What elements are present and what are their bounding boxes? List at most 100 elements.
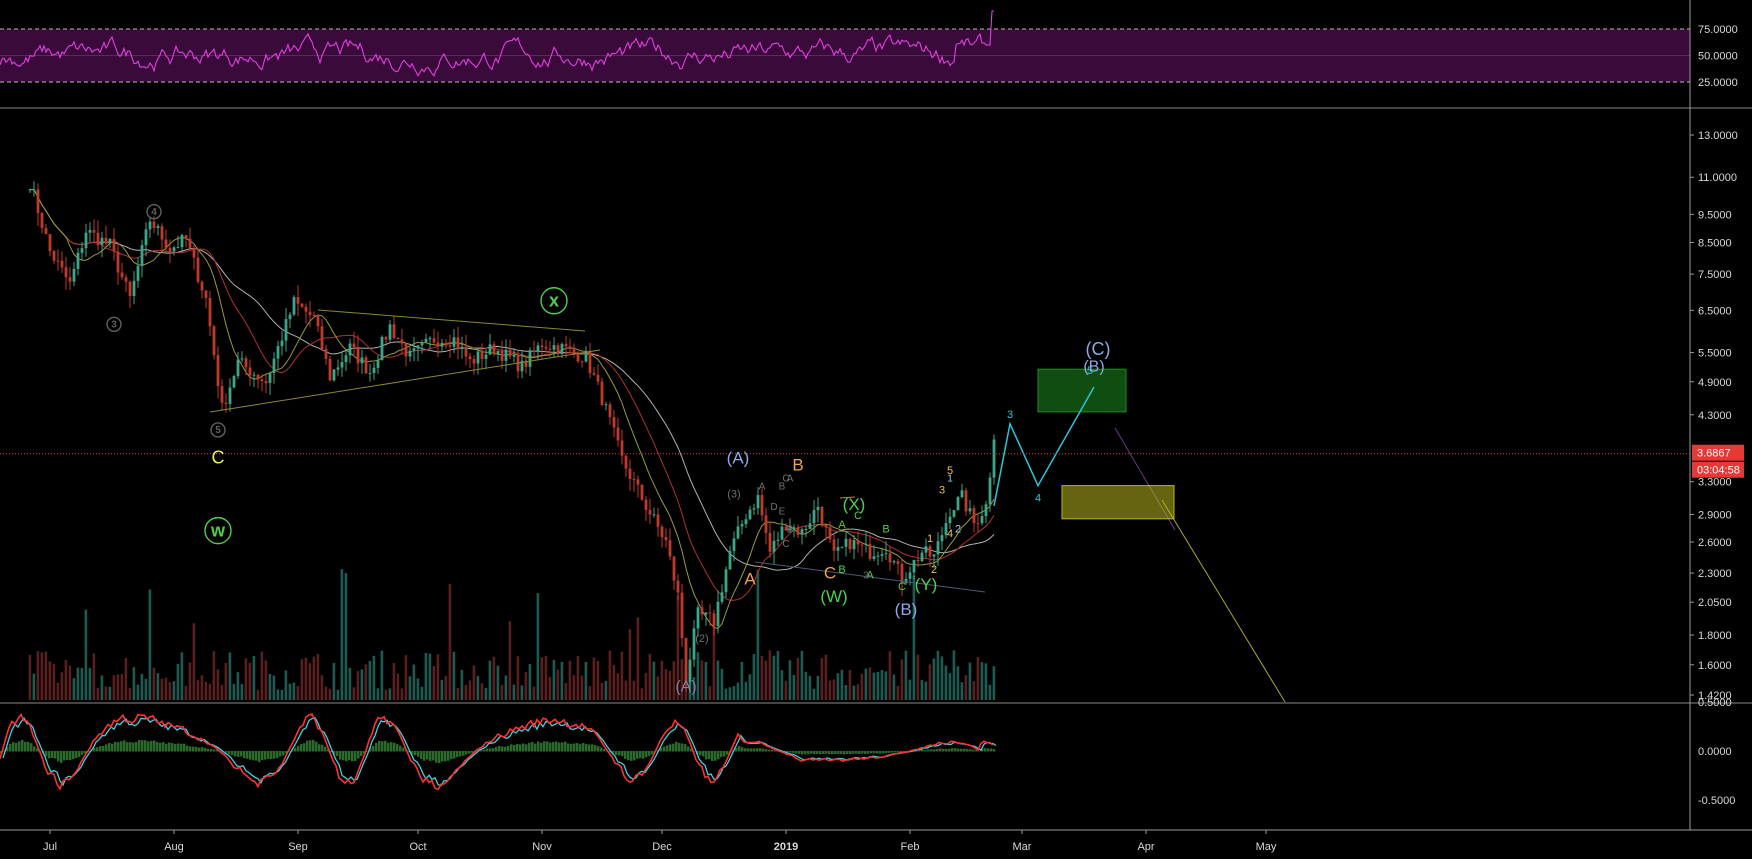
circled-wave-label[interactable]: x xyxy=(549,291,559,311)
candle-body xyxy=(288,314,292,320)
wave-label[interactable]: B xyxy=(882,523,889,535)
tradingview-chart[interactable]: 75.000050.000025.0000 345(C)(B)(A)(B)(A)… xyxy=(0,0,1752,859)
osc-hist-bar xyxy=(807,751,810,755)
osc-hist-bar xyxy=(516,743,519,752)
osc-hist-bar xyxy=(726,751,729,755)
wave-label[interactable]: 2 xyxy=(955,523,961,535)
osc-hist-bar xyxy=(843,751,846,755)
wave-label[interactable]: C xyxy=(782,539,789,550)
wave-label[interactable]: C xyxy=(854,510,862,522)
wave-label[interactable]: (B) xyxy=(1083,359,1104,376)
candle-body xyxy=(224,402,228,404)
osc-hist-bar xyxy=(846,751,849,755)
osc-hist-bar xyxy=(816,751,819,754)
projection-wave-label[interactable]: 3 xyxy=(1007,409,1013,421)
wave-label[interactable]: C xyxy=(212,447,225,467)
wave-label[interactable]: (2) xyxy=(695,633,708,645)
wave-label[interactable]: (3) xyxy=(727,489,740,501)
candle-body xyxy=(396,337,400,340)
target-zone[interactable] xyxy=(1061,485,1175,520)
volume-bar xyxy=(60,672,64,700)
wave-label[interactable]: C xyxy=(898,581,906,593)
osc-hist-bar xyxy=(486,748,489,752)
wave-label[interactable]: B xyxy=(792,455,803,474)
wave-label[interactable]: A xyxy=(744,569,756,588)
wave-label[interactable]: C xyxy=(824,564,836,583)
last-price-label: 3.6867 xyxy=(1697,448,1731,460)
volume-bar xyxy=(96,687,100,700)
candle-body xyxy=(468,356,472,360)
wave-label[interactable]: A xyxy=(759,482,766,493)
candle-body xyxy=(720,592,724,602)
wave-label[interactable]: A xyxy=(838,519,846,531)
osc-hist-bar xyxy=(585,744,588,752)
wave-label[interactable]: E xyxy=(779,506,786,517)
osc-hist-bar xyxy=(132,742,135,752)
volume-bar xyxy=(416,678,420,700)
candle-body xyxy=(948,516,952,524)
volume-bar xyxy=(940,656,944,700)
osc-hist-bar xyxy=(810,751,813,754)
wave-label[interactable]: B xyxy=(838,564,845,576)
volume-bar xyxy=(204,681,208,700)
volume-bar xyxy=(984,663,988,700)
candle-body xyxy=(220,386,224,403)
wave-label[interactable]: (Y) xyxy=(915,575,938,594)
candle-body xyxy=(28,189,32,191)
wave-label[interactable]: 3 xyxy=(863,571,869,582)
osc-hist-bar xyxy=(207,748,210,752)
volume-bar xyxy=(824,654,828,700)
osc-hist-bar xyxy=(771,750,774,752)
wave-label[interactable]: 2 xyxy=(931,564,937,576)
rsi-tick-label: 75.0000 xyxy=(1698,24,1738,36)
wave-label[interactable]: (A) xyxy=(675,678,696,695)
osc-hist-bar xyxy=(441,751,444,762)
wave-label[interactable]: D xyxy=(770,502,777,513)
candle-body xyxy=(292,297,296,315)
wave-label[interactable]: 3 xyxy=(939,485,945,497)
projection-wave-label[interactable]: 4 xyxy=(1035,493,1041,505)
osc-hist-bar xyxy=(399,745,402,752)
osc-hist-bar xyxy=(555,741,558,752)
candle-body xyxy=(400,339,404,344)
circled-wave-label[interactable]: w xyxy=(210,521,226,541)
volume-bar xyxy=(872,672,876,700)
osc-hist-bar xyxy=(636,751,639,759)
candle-body xyxy=(548,348,552,350)
volume-bar xyxy=(764,660,768,700)
wave-label[interactable]: 4 xyxy=(947,528,953,540)
candle-body xyxy=(56,260,60,262)
wave-label[interactable]: B xyxy=(787,524,794,535)
volume-bar xyxy=(752,654,756,700)
volume-bar xyxy=(160,678,164,700)
osc-hist-bar xyxy=(669,744,672,752)
candle-body xyxy=(380,336,384,360)
osc-hist-bar xyxy=(531,741,534,752)
osc-hist-bar xyxy=(984,748,987,752)
candle-body xyxy=(472,359,476,364)
candle-body xyxy=(232,376,236,388)
wave-label[interactable]: 1 xyxy=(927,533,933,545)
volume-bar xyxy=(32,673,36,700)
osc-hist-bar xyxy=(918,750,921,752)
wave-label[interactable]: 1 xyxy=(947,474,953,485)
candle-body xyxy=(128,281,132,297)
candle-body xyxy=(612,417,616,428)
osc-hist-bar xyxy=(591,744,594,752)
osc-hist-bar xyxy=(831,751,834,755)
wave-label[interactable]: (C) xyxy=(1086,339,1111,359)
candle-body xyxy=(200,281,204,291)
volume-bar xyxy=(456,687,460,700)
circled-wave-label[interactable]: 4 xyxy=(151,207,157,218)
osc-hist-bar xyxy=(165,743,168,752)
target-zone[interactable] xyxy=(1037,368,1127,413)
circled-wave-label[interactable]: 3 xyxy=(111,320,117,331)
circled-wave-label[interactable]: 5 xyxy=(215,425,221,436)
osc-hist-bar xyxy=(186,745,189,752)
candle-body xyxy=(968,508,972,512)
candle-body xyxy=(36,189,40,213)
wave-label[interactable]: (B) xyxy=(895,600,918,619)
wave-label[interactable]: (A) xyxy=(727,448,750,467)
wave-label[interactable]: A xyxy=(787,474,794,485)
wave-label[interactable]: (W) xyxy=(820,587,847,606)
